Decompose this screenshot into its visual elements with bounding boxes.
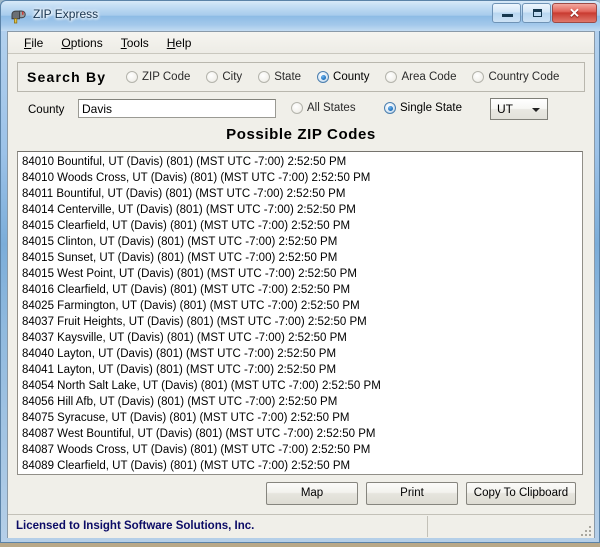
radio-country-code[interactable]: Country Code	[472, 71, 559, 83]
copy-to-clipboard-button[interactable]: Copy To Clipboard	[466, 482, 576, 505]
title-bar[interactable]: ZIP Express ✕	[1, 1, 600, 31]
window-controls: ✕	[491, 3, 597, 23]
list-item[interactable]: 84015 Clinton, UT (Davis) (801) (MST UTC…	[20, 234, 582, 250]
radio-single-state[interactable]: Single State	[384, 102, 462, 114]
radio-dot-selected-icon	[317, 71, 330, 83]
query-row: County All States Single State UT	[8, 96, 594, 124]
menu-item-tools[interactable]: Tools	[112, 34, 158, 52]
county-field-label: County	[28, 104, 65, 116]
close-button[interactable]: ✕	[552, 3, 597, 23]
radio-state[interactable]: State	[258, 71, 301, 83]
list-item[interactable]: 84089 Clearfield, UT (Davis) (801) (MST …	[20, 458, 582, 474]
map-button[interactable]: Map	[266, 482, 358, 505]
menu-item-file[interactable]: File	[15, 34, 52, 52]
status-panel-license: Licensed to Insight Software Solutions, …	[8, 516, 428, 537]
radio-label: City	[222, 71, 243, 83]
client-area: File Options Tools Help Search By ZIP Co…	[7, 31, 595, 538]
list-item[interactable]: 84015 Clearfield, UT (Davis) (801) (MST …	[20, 218, 582, 234]
menu-item-options[interactable]: Options	[52, 34, 111, 52]
print-button[interactable]: Print	[366, 482, 458, 505]
state-select[interactable]: UT	[490, 98, 548, 120]
radio-dot-icon	[385, 71, 398, 83]
results-list[interactable]: 84010 Bountiful, UT (Davis) (801) (MST U…	[17, 151, 583, 475]
list-item[interactable]: 84011 Bountiful, UT (Davis) (801) (MST U…	[20, 186, 582, 202]
list-item[interactable]: 84054 North Salt Lake, UT (Davis) (801) …	[20, 378, 582, 394]
list-item[interactable]: 84087 West Bountiful, UT (Davis) (801) (…	[20, 426, 582, 442]
radio-dot-selected-icon	[384, 102, 396, 114]
list-item[interactable]: 84037 Fruit Heights, UT (Davis) (801) (M…	[20, 314, 582, 330]
radio-label: Single State	[400, 102, 463, 114]
status-bar: Licensed to Insight Software Solutions, …	[8, 514, 594, 538]
radio-label: State	[274, 71, 302, 83]
radio-area-code[interactable]: Area Code	[385, 71, 456, 83]
county-search-input[interactable]	[78, 99, 276, 118]
list-item[interactable]: 84015 Sunset, UT (Davis) (801) (MST UTC …	[20, 250, 582, 266]
license-text: Licensed to Insight Software Solutions, …	[16, 520, 255, 532]
list-item[interactable]: 84056 Hill Afb, UT (Davis) (801) (MST UT…	[20, 394, 582, 410]
list-item[interactable]: 84037 Kaysville, UT (Davis) (801) (MST U…	[20, 330, 582, 346]
search-by-radio-group: ZIP Code City State County Area Code Cou…	[126, 63, 584, 91]
list-item[interactable]: 84010 Bountiful, UT (Davis) (801) (MST U…	[20, 154, 582, 170]
mailbox-icon	[10, 8, 27, 25]
radio-dot-icon	[291, 102, 303, 114]
results-heading: Possible ZIP Codes	[226, 126, 376, 143]
close-icon: ✕	[569, 5, 580, 21]
radio-dot-icon	[206, 71, 219, 83]
chevron-down-icon	[532, 108, 540, 112]
minimize-icon	[502, 14, 513, 17]
radio-label: Area Code	[401, 71, 457, 83]
list-item[interactable]: 84010 Woods Cross, UT (Davis) (801) (MST…	[20, 170, 582, 186]
action-button-row: Map Print Copy To Clipboard	[8, 482, 594, 508]
radio-county[interactable]: County	[317, 71, 369, 83]
state-select-value: UT	[497, 102, 513, 116]
list-item[interactable]: 84015 West Point, UT (Davis) (801) (MST …	[20, 266, 582, 282]
radio-label: County	[333, 71, 370, 83]
search-by-label: Search By	[27, 69, 107, 85]
window-title: ZIP Express	[33, 7, 99, 21]
radio-dot-icon	[258, 71, 271, 83]
list-item[interactable]: 84040 Layton, UT (Davis) (801) (MST UTC …	[20, 346, 582, 362]
app-window: ZIP Express ✕ File Options Tools Help Se…	[0, 0, 600, 543]
list-item[interactable]: 84075 Syracuse, UT (Davis) (801) (MST UT…	[20, 410, 582, 426]
resize-grip-icon[interactable]	[578, 523, 591, 536]
radio-label: Country Code	[488, 71, 560, 83]
list-item[interactable]: 84087 Woods Cross, UT (Davis) (801) (MST…	[20, 442, 582, 458]
maximize-icon	[533, 9, 542, 17]
search-by-group: Search By ZIP Code City State County Are…	[17, 62, 585, 92]
list-item[interactable]: 84014 Centerville, UT (Davis) (801) (MST…	[20, 202, 582, 218]
radio-label: ZIP Code	[142, 71, 191, 83]
radio-city[interactable]: City	[206, 71, 242, 83]
maximize-button[interactable]	[522, 3, 551, 23]
menu-item-help[interactable]: Help	[158, 34, 201, 52]
list-item[interactable]: 84041 Layton, UT (Davis) (801) (MST UTC …	[20, 362, 582, 378]
radio-all-states[interactable]: All States	[291, 102, 356, 114]
menu-bar: File Options Tools Help	[8, 32, 594, 54]
radio-label: All States	[307, 102, 356, 114]
radio-dot-icon	[126, 71, 138, 83]
minimize-button[interactable]	[492, 3, 521, 23]
list-item[interactable]: 84025 Farmington, UT (Davis) (801) (MST …	[20, 298, 582, 314]
radio-dot-icon	[472, 71, 485, 83]
radio-zip-code[interactable]: ZIP Code	[126, 71, 190, 83]
list-item[interactable]: 84016 Clearfield, UT (Davis) (801) (MST …	[20, 282, 582, 298]
